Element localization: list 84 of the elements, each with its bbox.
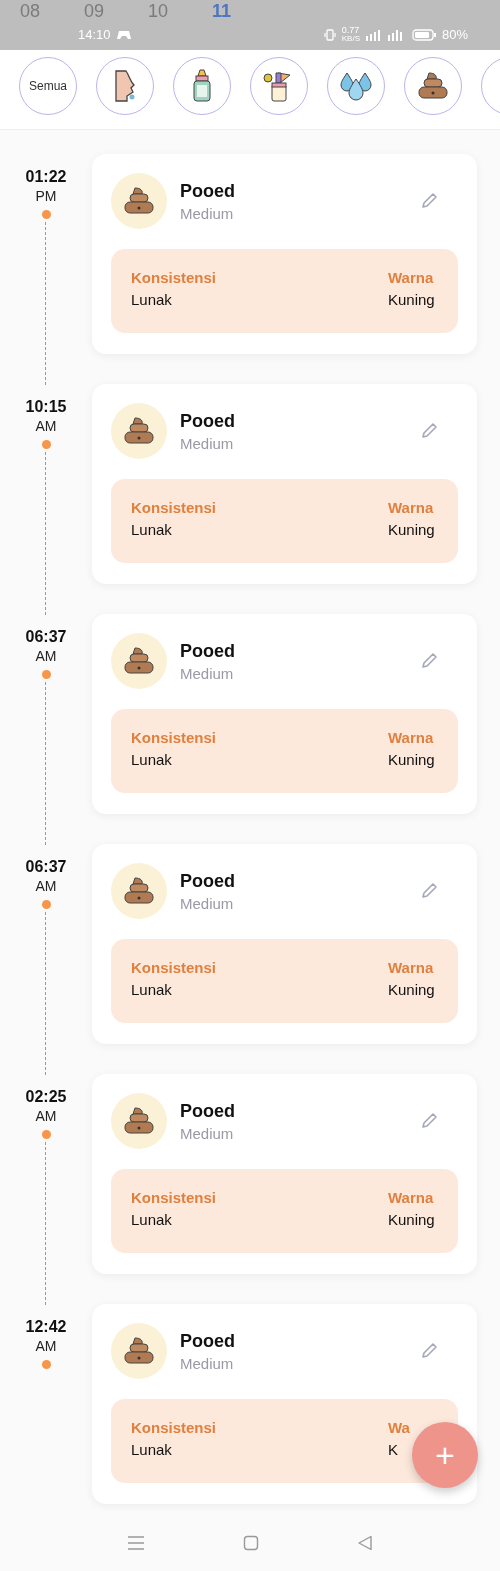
timeline-dot xyxy=(41,1130,51,1139)
entry-subtitle: Medium xyxy=(180,1124,235,1142)
poop-icon xyxy=(416,71,450,101)
entry-title: Pooed xyxy=(180,870,236,892)
timeline-dot xyxy=(41,670,51,679)
entry-title: Pooed xyxy=(180,1100,236,1122)
detail-label: Konsistensi xyxy=(131,1189,217,1206)
gamepad-icon xyxy=(116,29,131,40)
edit-icon[interactable] xyxy=(420,1342,438,1360)
entry-time: 12:42 xyxy=(25,1318,67,1336)
detail-value: Lunak xyxy=(131,1211,173,1228)
entry-period: AM xyxy=(35,1338,57,1354)
detail-label: Konsistensi xyxy=(131,269,217,286)
edit-icon[interactable] xyxy=(420,882,438,900)
entry-card[interactable]: Pooed Medium Konsistensi Lunak Warna Kuning xyxy=(92,384,477,584)
timeline-dot xyxy=(41,1360,51,1369)
entry-card[interactable]: Pooed Medium Konsistensi Lunak Warna Kuning xyxy=(92,154,477,354)
timeline-dot xyxy=(41,440,51,449)
entry-time: 06:37 xyxy=(25,858,67,876)
entry-period: AM xyxy=(35,1108,57,1124)
poop-icon xyxy=(122,1106,156,1136)
battery-icon xyxy=(411,28,436,41)
poop-icon xyxy=(122,646,156,676)
detail-value: Kuning xyxy=(388,291,435,308)
entry-title: Pooed xyxy=(180,410,236,432)
entry-subtitle: Medium xyxy=(180,434,235,452)
poop-icon xyxy=(122,876,156,906)
entry-title: Pooed xyxy=(180,640,236,662)
timeline-dot xyxy=(41,900,51,909)
poop-icon xyxy=(122,416,156,446)
timeline-dot xyxy=(41,210,51,219)
detail-label: Warna xyxy=(388,959,434,976)
detail-label: Konsistensi xyxy=(131,499,217,516)
detail-label: Konsistensi xyxy=(131,959,217,976)
entry-card[interactable]: Pooed Medium Konsistensi Lunak Warna Kuning xyxy=(92,844,477,1044)
entry-period: AM xyxy=(35,648,57,664)
detail-value: Lunak xyxy=(131,751,173,768)
entry-card[interactable]: Pooed Medium Konsistensi Lunak Warna Kuning xyxy=(92,614,477,814)
detail-value: Kuning xyxy=(388,751,435,768)
detail-label: Konsistensi xyxy=(131,729,217,746)
detail-value: Kuning xyxy=(388,521,435,538)
entry-subtitle: Medium xyxy=(180,894,235,912)
entry-title: Pooed xyxy=(180,1330,236,1352)
filter-chip[interactable]: Semua xyxy=(19,57,77,115)
detail-label: Wa xyxy=(388,1419,410,1436)
edit-icon[interactable] xyxy=(420,652,438,670)
detail-value: Lunak xyxy=(131,981,173,998)
entry-title: Pooed xyxy=(180,180,236,202)
water-drops-icon xyxy=(339,71,373,101)
entry-subtitle: Medium xyxy=(180,204,235,222)
poop-icon xyxy=(122,1336,156,1366)
detail-value: Lunak xyxy=(131,1441,173,1458)
back-icon[interactable] xyxy=(357,1535,373,1551)
detail-label: Warna xyxy=(388,1189,434,1206)
home-icon[interactable] xyxy=(243,1535,259,1551)
entry-time: 02:25 xyxy=(25,1088,67,1106)
detail-value: K xyxy=(388,1441,398,1458)
edit-icon[interactable] xyxy=(420,422,438,440)
battery-percent: 80% xyxy=(441,27,468,42)
entry-time: 10:15 xyxy=(25,398,67,416)
detail-value: Kuning xyxy=(388,981,435,998)
detail-label: Warna xyxy=(388,269,434,286)
edit-icon[interactable] xyxy=(420,1112,438,1130)
detail-label: Warna xyxy=(388,499,434,516)
menu-icon[interactable] xyxy=(127,1535,145,1551)
detail-value: Kuning xyxy=(388,1211,435,1228)
entry-time: 06:37 xyxy=(25,628,67,646)
entry-subtitle: Medium xyxy=(180,664,235,682)
detail-label: Konsistensi xyxy=(131,1419,217,1436)
vibrate-icon xyxy=(323,28,336,41)
entry-card[interactable]: Pooed Medium Konsistensi Lunak Warna Kuning xyxy=(92,1074,477,1274)
entry-period: AM xyxy=(35,878,57,894)
edit-icon[interactable] xyxy=(420,192,438,210)
detail-value: Lunak xyxy=(131,291,173,308)
entry-time: 01:22 xyxy=(25,168,67,186)
detail-label: Warna xyxy=(388,729,434,746)
bottle-icon xyxy=(191,69,213,103)
detail-value: Lunak xyxy=(131,521,173,538)
network-speed: 0.77 xyxy=(341,26,360,35)
entry-subtitle: Medium xyxy=(180,1354,235,1372)
poop-icon xyxy=(122,186,156,216)
entry-period: PM xyxy=(35,188,57,204)
entry-period: AM xyxy=(35,418,57,434)
clock-time: 14:10 xyxy=(78,27,111,42)
